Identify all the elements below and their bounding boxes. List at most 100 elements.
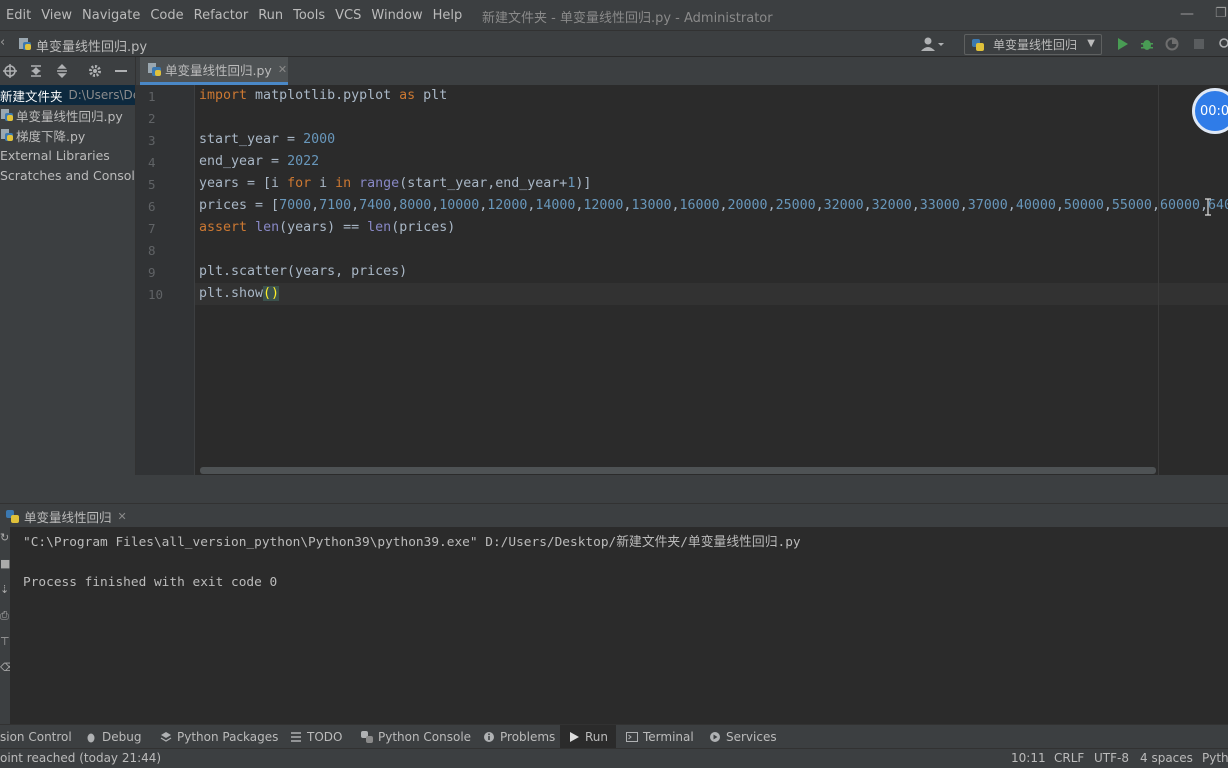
tree-item-file[interactable]: 单变量线性回归.py [0,105,135,125]
rerun-icon[interactable]: ↻ [0,531,9,544]
menu-refactor[interactable]: Refactor [189,8,254,23]
token-number: 32000 [871,198,912,213]
editor-tab-bar: 单变量线性回归.py ✕ [135,57,1228,85]
python-file-icon [1,109,13,121]
run-tab-label: 单变量线性回归 [24,509,112,525]
line-number: 2 [148,111,156,126]
token-number: 2000 [303,132,336,147]
right-margin-guide [1158,85,1159,475]
line-separator[interactable]: CRLF [1054,751,1084,765]
chevron-left-icon[interactable]: ‹ [0,35,5,50]
line-number-gutter: 1 2 3 4 5 6 7 8 9 10 [135,85,195,475]
token-text: matplotlib.pyplot [247,88,400,103]
run-icon[interactable] [1115,37,1129,51]
debug-icon[interactable] [1140,37,1154,51]
breadcrumb-file[interactable]: 单变量线性回归.py [36,36,147,55]
token-number: 7100 [319,198,352,213]
tool-debug[interactable]: Debug [85,725,141,749]
scroll-to-end-icon[interactable]: ⇣ [0,583,9,596]
terminal-icon [626,732,638,742]
caret-position[interactable]: 10:11 [1011,751,1046,765]
tree-item-label: Scratches and Consoles [0,167,135,183]
token-keyword: in [335,176,352,191]
layers-icon [160,732,172,742]
menu-navigate[interactable]: Navigate [77,8,145,23]
python-interpreter[interactable]: Pyth [1202,751,1228,765]
locate-icon[interactable] [3,64,17,78]
tool-services[interactable]: Services [709,725,777,749]
print-icon[interactable]: ⎙ [0,609,9,623]
token-number: 50000 [1063,198,1104,213]
run-console[interactable]: "C:\Program Files\all_version_python\Pyt… [10,527,1228,724]
menu-vcs[interactable]: VCS [330,8,366,23]
menu-view[interactable]: View [36,8,77,23]
tool-run[interactable]: Run [560,725,617,749]
menu-run[interactable]: Run [253,8,288,23]
tool-python-console[interactable]: Python Console [361,725,471,749]
folder-path: D:\Users\De [68,88,135,102]
tree-item-file[interactable]: 梯度下降.py [0,125,135,145]
line-number: 7 [148,221,156,236]
search-icon[interactable] [1218,37,1228,51]
token-text: plt [415,88,448,103]
tool-todo[interactable]: TODO [290,725,342,749]
stop-icon[interactable]: ■ [0,557,10,570]
pin-icon[interactable]: ⊤ [0,635,10,648]
indent-setting[interactable]: 4 spaces [1140,751,1193,765]
code-line-3: start_year = 2000 [199,129,335,151]
tree-item-scratches[interactable]: Scratches and Consoles [0,165,135,185]
project-toolbar [0,57,135,85]
stop-icon[interactable] [1192,37,1206,51]
code-line-7: assert len(years) == len(prices) [199,217,455,239]
tool-label: Run [585,730,609,744]
prices-list: 7000,7100,7400,8000,10000,12000,14000,12… [279,198,1228,213]
menu-window[interactable]: Window [366,8,427,23]
tree-root-folder[interactable]: 新建文件夹 D:\Users\De [0,85,135,105]
panel-splitter[interactable] [0,475,1228,503]
python-file-icon [1,129,13,141]
tool-version-control[interactable]: sion Control [0,725,72,749]
token-comma: , [911,198,920,213]
token-keyword: for [287,176,312,191]
code-editor[interactable]: import matplotlib.pyplot as plt start_ye… [195,85,1228,475]
expand-all-icon[interactable] [29,64,43,78]
token-text: prices = [ [199,198,280,213]
menu-edit[interactable]: Edit [0,8,36,23]
menu-code[interactable]: Code [145,8,188,23]
run-tab[interactable]: 单变量线性回归 ✕ [0,504,127,528]
tool-label: Debug [102,730,142,744]
console-exit-message: Process finished with exit code 0 [23,575,278,590]
gear-icon[interactable] [88,64,102,78]
line-number: 6 [148,199,156,214]
run-configuration-select[interactable]: 单变量线性回归 ▼ [964,34,1102,55]
run-tool-window-header: 单变量线性回归 ✕ [0,503,1228,527]
menu-tools[interactable]: Tools [288,8,330,23]
tool-python-packages[interactable]: Python Packages [160,725,278,749]
collapse-all-icon[interactable] [55,64,69,78]
token-comma: , [863,198,872,213]
file-encoding[interactable]: UTF-8 [1094,751,1129,765]
token-comma: , [1103,198,1112,213]
tool-problems[interactable]: Problems [483,725,555,749]
token-comma: , [719,198,728,213]
token-number: 40000 [1015,198,1056,213]
editor-tab-active[interactable]: 单变量线性回归.py ✕ [140,57,288,85]
token-text: (prices) [391,220,456,235]
coverage-icon[interactable] [1165,37,1179,51]
user-icon[interactable] [920,36,946,52]
close-icon[interactable]: ✕ [278,63,287,76]
maximize-icon[interactable]: ❐ [1215,6,1227,21]
minimize-icon[interactable]: — [1180,6,1194,22]
token-number: 16000 [679,198,720,213]
close-icon[interactable]: ✕ [118,510,127,523]
tool-terminal[interactable]: Terminal [626,725,694,749]
tree-item-label: External Libraries [0,147,110,163]
trash-icon[interactable]: ⌫ [0,661,16,674]
editor-horizontal-scrollbar[interactable] [200,467,1156,474]
hide-icon[interactable] [114,64,128,78]
folder-name: 新建文件夹 [0,88,63,104]
tree-item-external-libraries[interactable]: External Libraries [0,145,135,165]
menu-help[interactable]: Help [428,8,468,23]
token-number: 10000 [439,198,480,213]
token-text: i [311,176,336,191]
